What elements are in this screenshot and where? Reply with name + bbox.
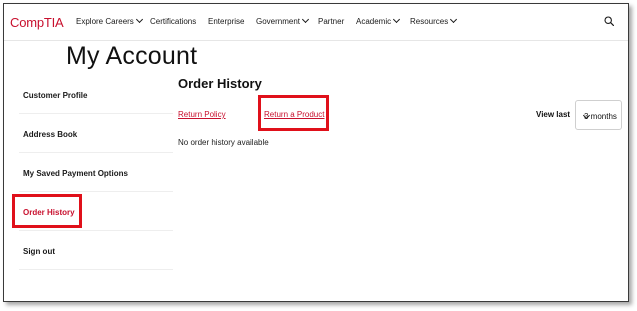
nav-item-label: Resources — [410, 17, 449, 26]
order-history-highlight-box — [12, 194, 82, 228]
sidebar-item-customer-profile[interactable]: Customer Profile — [19, 76, 173, 114]
sidebar-item-address-book[interactable]: Address Book — [19, 115, 173, 153]
sidebar-item-sign-out[interactable]: Sign out — [19, 232, 173, 270]
sidebar-item-label: Customer Profile — [23, 91, 88, 100]
view-last-select[interactable]: 3 months — [575, 100, 622, 130]
nav-item-partner[interactable]: Partner — [318, 17, 344, 26]
nav-item-label: Explore Careers — [76, 17, 134, 26]
page-title: My Account — [66, 42, 198, 70]
browser-frame: CompTIA Explore Careers Certifications E… — [3, 3, 629, 302]
chevron-down-icon — [135, 15, 143, 24]
nav-item-government[interactable]: Government — [256, 15, 310, 26]
chevron-down-icon — [301, 15, 310, 24]
chevron-down-icon — [450, 15, 458, 24]
empty-order-message: No order history available — [178, 138, 269, 147]
sidebar-item-label: Sign out — [23, 247, 55, 256]
nav-item-label: Academic — [356, 17, 392, 26]
view-last-label: View last — [536, 110, 571, 119]
nav-item-academic[interactable]: Academic — [356, 15, 401, 26]
nav-item-certifications[interactable]: Certifications — [150, 17, 196, 26]
sidebar-item-label: My Saved Payment Options — [23, 169, 128, 178]
sidebar-item-label: Address Book — [23, 130, 78, 139]
nav-item-label: Certifications — [150, 17, 197, 26]
comptia-logo[interactable]: CompTIA — [10, 15, 64, 30]
return-product-highlight-box — [258, 95, 329, 131]
chevron-down-icon — [393, 15, 401, 24]
nav-item-label: Enterprise — [208, 17, 245, 26]
nav-item-explore-careers[interactable]: Explore Careers — [76, 15, 143, 26]
search-icon[interactable] — [604, 16, 614, 26]
nav-item-label: Government — [256, 17, 301, 26]
top-navigation: CompTIA Explore Careers Certifications E… — [4, 4, 628, 41]
nav-item-enterprise[interactable]: Enterprise — [208, 17, 244, 26]
return-policy-link[interactable]: Return Policy — [178, 110, 226, 119]
nav-item-label: Partner — [318, 17, 345, 26]
nav-item-resources[interactable]: Resources — [410, 15, 458, 26]
section-title: Order History — [178, 76, 262, 91]
sidebar-item-saved-payment-options[interactable]: My Saved Payment Options — [19, 154, 173, 192]
